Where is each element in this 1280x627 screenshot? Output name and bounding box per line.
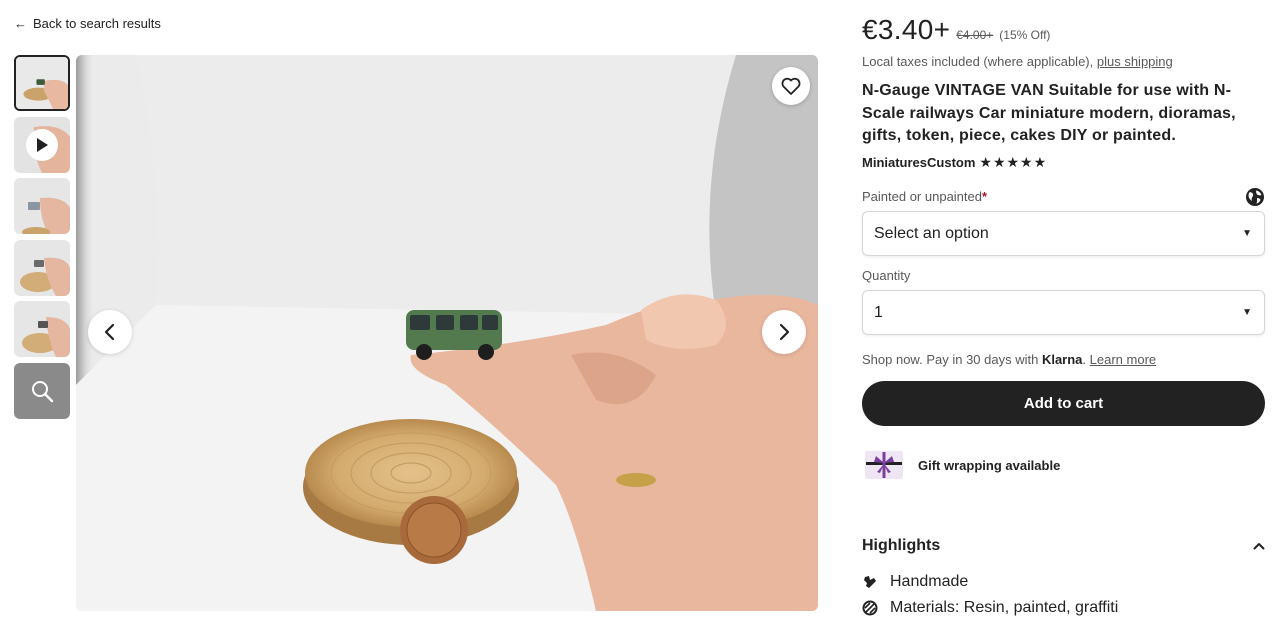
learn-more-link[interactable]: Learn more [1090,352,1156,367]
quantity-select[interactable]: 1 ▼ [862,290,1265,335]
price-row: €3.40+ €4.00+ (15% Off) [862,14,1050,46]
globe-icon[interactable] [1245,187,1265,207]
quantity-label: Quantity [862,268,911,283]
highlights-title: Highlights [862,537,941,554]
klarna-suffix: . [1082,352,1090,367]
klarna-prefix: Shop now. Pay in 30 days with [862,352,1042,367]
shipping-link[interactable]: plus shipping [1097,54,1173,69]
next-image-button[interactable] [762,310,806,354]
caret-down-icon: ▼ [1242,307,1252,318]
thumbnail-5[interactable] [14,301,70,357]
heart-icon [781,77,801,95]
thumbnail-strip [14,55,71,424]
materials-icon [862,600,878,616]
painted-option-label: Painted or unpainted* [862,189,987,204]
play-icon [26,128,58,161]
painted-select[interactable]: Select an option ▼ [862,211,1265,256]
back-to-search-link[interactable]: ← Back to search results [14,16,161,31]
magnifier-icon [32,380,54,402]
arrow-left-icon: ← [14,16,27,31]
shop-row: MiniaturesCustom ★★★★★ [862,154,1047,171]
thumbnail-image [14,178,70,234]
thumbnail-image [14,301,70,357]
chevron-up-icon [1253,543,1265,550]
highlight-item: Materials: Resin, painted, graffiti [862,599,1118,617]
caret-down-icon: ▼ [1242,228,1252,239]
painted-label-text: Painted or unpainted [862,189,982,204]
gift-wrapping-info: Gift wrapping available [864,450,1060,480]
klarna-info: Shop now. Pay in 30 days with Klarna. Le… [862,352,1156,367]
previous-image-button[interactable] [88,310,132,354]
hand-icon [864,576,876,588]
painted-select-value: Select an option [874,224,989,242]
thumbnail-4[interactable] [14,239,70,296]
add-to-cart-button[interactable]: Add to cart [862,381,1265,426]
chevron-left-icon [104,323,115,341]
sale-price: €3.40+ [862,14,951,45]
listing-title: N-Gauge VINTAGE VAN Suitable for use wit… [862,82,1236,144]
main-product-image[interactable] [76,55,818,611]
thumbnail-3[interactable] [14,178,70,234]
tax-text: Local taxes included (where applicable), [862,54,1097,69]
zoom-button[interactable] [14,362,70,419]
shop-name-link[interactable]: MiniaturesCustom [862,155,975,170]
thumbnail-image [16,57,68,109]
tax-info: Local taxes included (where applicable),… [862,54,1173,69]
quantity-value: 1 [874,303,883,321]
highlights-toggle[interactable]: Highlights [862,537,1265,555]
favorite-button[interactable] [772,67,810,105]
highlight-text: Materials: Resin, painted, graffiti [890,599,1119,616]
product-photo [76,55,818,611]
thumbnail-2-video[interactable] [14,116,70,173]
klarna-brand: Klarna [1041,352,1083,367]
thumbnail-image [14,239,70,296]
thumbnail-1[interactable] [14,55,70,111]
required-mark: * [981,189,988,204]
gift-icon [865,451,903,479]
star-rating: ★★★★★ [979,154,1048,170]
original-price: €4.00+ [956,28,994,42]
discount-label: (15% Off) [999,28,1051,42]
chevron-right-icon [779,323,790,341]
highlight-text: Handmade [890,573,969,590]
highlight-item: Handmade [862,573,968,591]
back-link-label: Back to search results [33,16,161,31]
gift-wrapping-label: Gift wrapping available [918,457,1061,473]
